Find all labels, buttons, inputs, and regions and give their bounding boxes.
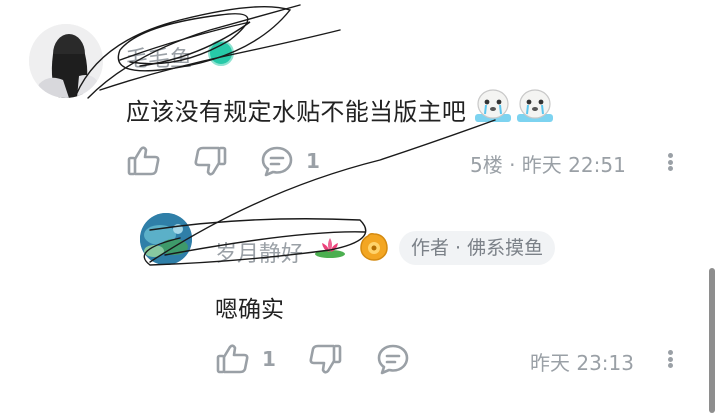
reply-like-count: 1 — [262, 347, 276, 371]
reply-count: 1 — [306, 149, 320, 173]
reply-more-options-icon[interactable] — [668, 350, 674, 368]
thumbs-down-icon — [194, 146, 227, 176]
reply-comment-button[interactable] — [376, 343, 410, 375]
reply-dislike-button[interactable] — [308, 343, 342, 375]
thumbs-up-icon — [127, 146, 160, 176]
like-button[interactable] — [127, 145, 161, 177]
thumbs-up-icon — [216, 344, 249, 374]
level-badge-icon — [360, 233, 388, 261]
seal-crying-icon — [475, 89, 511, 122]
floor-timestamp: 5楼 · 昨天 22:51 — [470, 153, 626, 177]
verified-badge-icon — [208, 40, 234, 66]
reply-comment-text: 嗯确实 — [215, 297, 284, 323]
reply-timestamp: 昨天 23:13 — [530, 351, 634, 375]
reply-username[interactable]: 岁月静好 — [215, 236, 303, 268]
more-options-icon[interactable] — [668, 153, 674, 171]
lotus-icon — [315, 238, 345, 258]
main-comment-text: 应该没有规定水贴不能当版主吧 — [126, 98, 467, 126]
reply-button[interactable]: 1 — [260, 145, 320, 177]
dislike-button[interactable] — [193, 145, 227, 177]
comment-bubble-icon — [261, 146, 293, 177]
thumbs-down-icon — [309, 344, 342, 374]
author-tag: 作者 · 佛系摸鱼 — [399, 231, 556, 265]
avatar-main-user[interactable] — [29, 24, 103, 98]
main-username[interactable]: 毛毛鱼 — [126, 41, 192, 73]
seal-crying-icon — [517, 89, 553, 122]
comment-thread: 毛毛鱼 应该没有规定水贴不能当版主吧 1 5楼 · 昨天 22:51 岁月静好 … — [0, 0, 720, 417]
scrollbar[interactable] — [709, 268, 715, 413]
comment-bubble-icon — [377, 344, 409, 375]
avatar-reply-user[interactable] — [140, 213, 192, 265]
reply-like-button[interactable]: 1 — [216, 343, 276, 375]
